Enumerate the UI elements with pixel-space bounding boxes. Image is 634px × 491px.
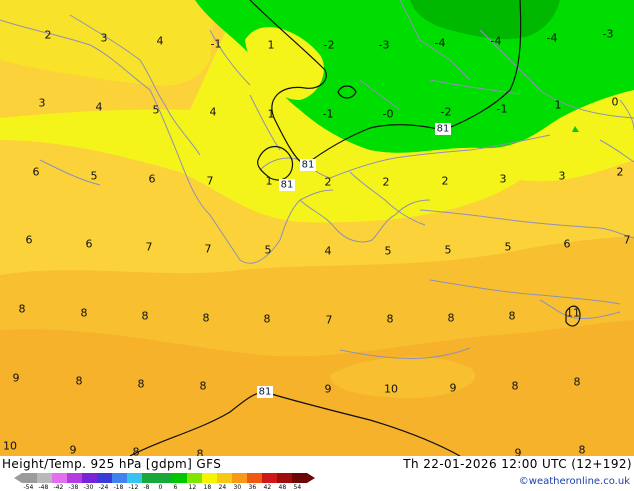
contour-label: 81	[259, 387, 272, 398]
credit-link[interactable]: ©weatheronline.co.uk	[519, 476, 630, 487]
legend-swatch	[292, 473, 307, 483]
temp-label: 5	[445, 244, 452, 257]
temp-label: -3	[603, 28, 614, 41]
contour-label: 81	[302, 160, 315, 171]
legend-swatch	[157, 473, 172, 483]
temp-label: 3	[39, 97, 46, 110]
temp-label: -2	[324, 39, 335, 52]
temp-label: -1	[323, 108, 334, 121]
temp-label: 8	[574, 376, 581, 389]
legend-swatch	[232, 473, 247, 483]
temp-label: -0	[383, 108, 394, 121]
temp-label: 2	[45, 29, 52, 42]
temp-label: -4	[491, 35, 502, 48]
legend-swatch	[52, 473, 67, 483]
temp-label: 7	[205, 243, 212, 256]
temp-label: 2	[442, 175, 449, 188]
legend-swatch	[202, 473, 217, 483]
temp-label: 8	[448, 312, 455, 325]
temp-label: 8	[200, 380, 207, 393]
temp-label: 2	[325, 176, 332, 189]
temp-label: 5	[91, 170, 98, 183]
legend-swatch	[172, 473, 187, 483]
legend-swatch	[277, 473, 292, 483]
temp-label: -2	[441, 106, 452, 119]
temp-label: 5	[505, 241, 512, 254]
contour-label: 81	[281, 180, 294, 191]
temp-label: 8	[387, 313, 394, 326]
temp-label: 3	[559, 170, 566, 183]
temp-label: 10	[3, 440, 17, 453]
temp-label: 9	[450, 382, 457, 395]
color-legend-bar	[14, 473, 315, 483]
legend-swatch	[112, 473, 127, 483]
temp-label: 6	[564, 238, 571, 251]
temp-label: -1	[497, 103, 508, 116]
temp-label: 8	[512, 380, 519, 393]
temp-label: 3	[500, 173, 507, 186]
temp-label: -1	[211, 38, 222, 51]
valid-time: Th 22-01-2026 12:00 UTC (12+192)	[403, 457, 632, 471]
temp-label: 4	[96, 101, 103, 114]
temp-label: 8	[142, 310, 149, 323]
temp-label: 9	[70, 444, 77, 457]
temp-label: 4	[210, 106, 217, 119]
temp-label: 8	[579, 444, 586, 457]
temp-label: 8	[203, 312, 210, 325]
temp-label: 8	[19, 303, 26, 316]
temp-label: 11	[566, 307, 580, 320]
temp-label: 7	[326, 314, 333, 327]
legend-swatch	[142, 473, 157, 483]
temp-label: 2	[383, 176, 390, 189]
temp-label: 7	[146, 241, 153, 254]
temp-label: 1	[266, 175, 273, 188]
legend-swatch	[82, 473, 97, 483]
temp-label: 5	[385, 245, 392, 258]
temp-label: -4	[547, 32, 558, 45]
temp-label: 5	[153, 104, 160, 117]
legend-swatch	[22, 473, 37, 483]
legend-swatch	[37, 473, 52, 483]
temp-label: 0	[612, 96, 619, 109]
legend-swatch	[262, 473, 277, 483]
legend-swatch	[127, 473, 142, 483]
temp-label: 6	[149, 173, 156, 186]
legend-arrow-right	[307, 473, 315, 483]
temp-label: 8	[509, 310, 516, 323]
temp-label: 1	[555, 99, 562, 112]
temp-label: 8	[138, 378, 145, 391]
temp-label: 1	[268, 39, 275, 52]
temp-label: 2	[617, 166, 624, 179]
temp-label: 7	[207, 175, 214, 188]
temp-label: 8	[81, 307, 88, 320]
temp-label: 6	[86, 238, 93, 251]
temp-label: 6	[33, 166, 40, 179]
temp-label: 8	[264, 313, 271, 326]
legend-swatch	[247, 473, 262, 483]
temp-label: 9	[13, 372, 20, 385]
temp-label: 5	[265, 244, 272, 257]
legend-arrow-left	[14, 473, 22, 483]
temp-label: 10	[384, 383, 398, 396]
temp-label: 4	[157, 35, 164, 48]
legend-swatch	[67, 473, 82, 483]
temp-label: 4	[325, 245, 332, 258]
temp-label: 6	[26, 234, 33, 247]
legend-swatch	[97, 473, 112, 483]
legend-swatch	[187, 473, 202, 483]
contour-label: 81	[437, 124, 450, 135]
map-title: Height/Temp. 925 hPa [gdpm] GFS	[2, 457, 222, 471]
temp-label: 8	[76, 375, 83, 388]
temp-label: 3	[101, 32, 108, 45]
legend-swatch	[217, 473, 232, 483]
temp-label: 1	[268, 108, 275, 121]
temp-label: -4	[435, 37, 446, 50]
temp-label: 9	[325, 383, 332, 396]
temp-label: -3	[379, 39, 390, 52]
weather-map: 2 3 4 -1 1 -2 -3 -4 -4 -4 -3 3 4 5 4 1 -…	[0, 0, 634, 461]
footer: Height/Temp. 925 hPa [gdpm] GFS Th 22-01…	[0, 456, 634, 491]
temp-label: 7	[624, 234, 631, 247]
